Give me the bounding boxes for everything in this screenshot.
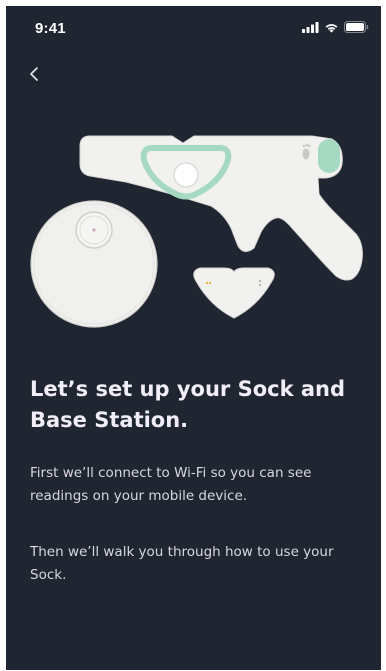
wifi-icon	[325, 23, 338, 33]
body-paragraph-wifi: First we’ll connect to Wi-Fi so you can …	[30, 465, 312, 504]
onboarding-screen: 9:41 Let’s set up your Sock and Base Sta…	[6, 6, 381, 670]
cellular-signal-icon	[302, 21, 319, 33]
sock-and-base-station-illustration	[30, 135, 363, 328]
status-time: 9:41	[35, 20, 66, 37]
base-station-device	[30, 200, 158, 328]
back-button[interactable]	[20, 60, 48, 88]
status-icons	[302, 21, 369, 33]
sensor-device	[193, 267, 275, 319]
chevron-left-icon	[30, 67, 38, 81]
body-paragraph-walkthrough: Then we’ll walk you through how to use y…	[30, 544, 334, 583]
page-title: Let’s set up your Sock and Base Station.	[30, 377, 345, 432]
battery-icon	[344, 21, 369, 33]
status-bar: 9:41	[6, 6, 381, 50]
